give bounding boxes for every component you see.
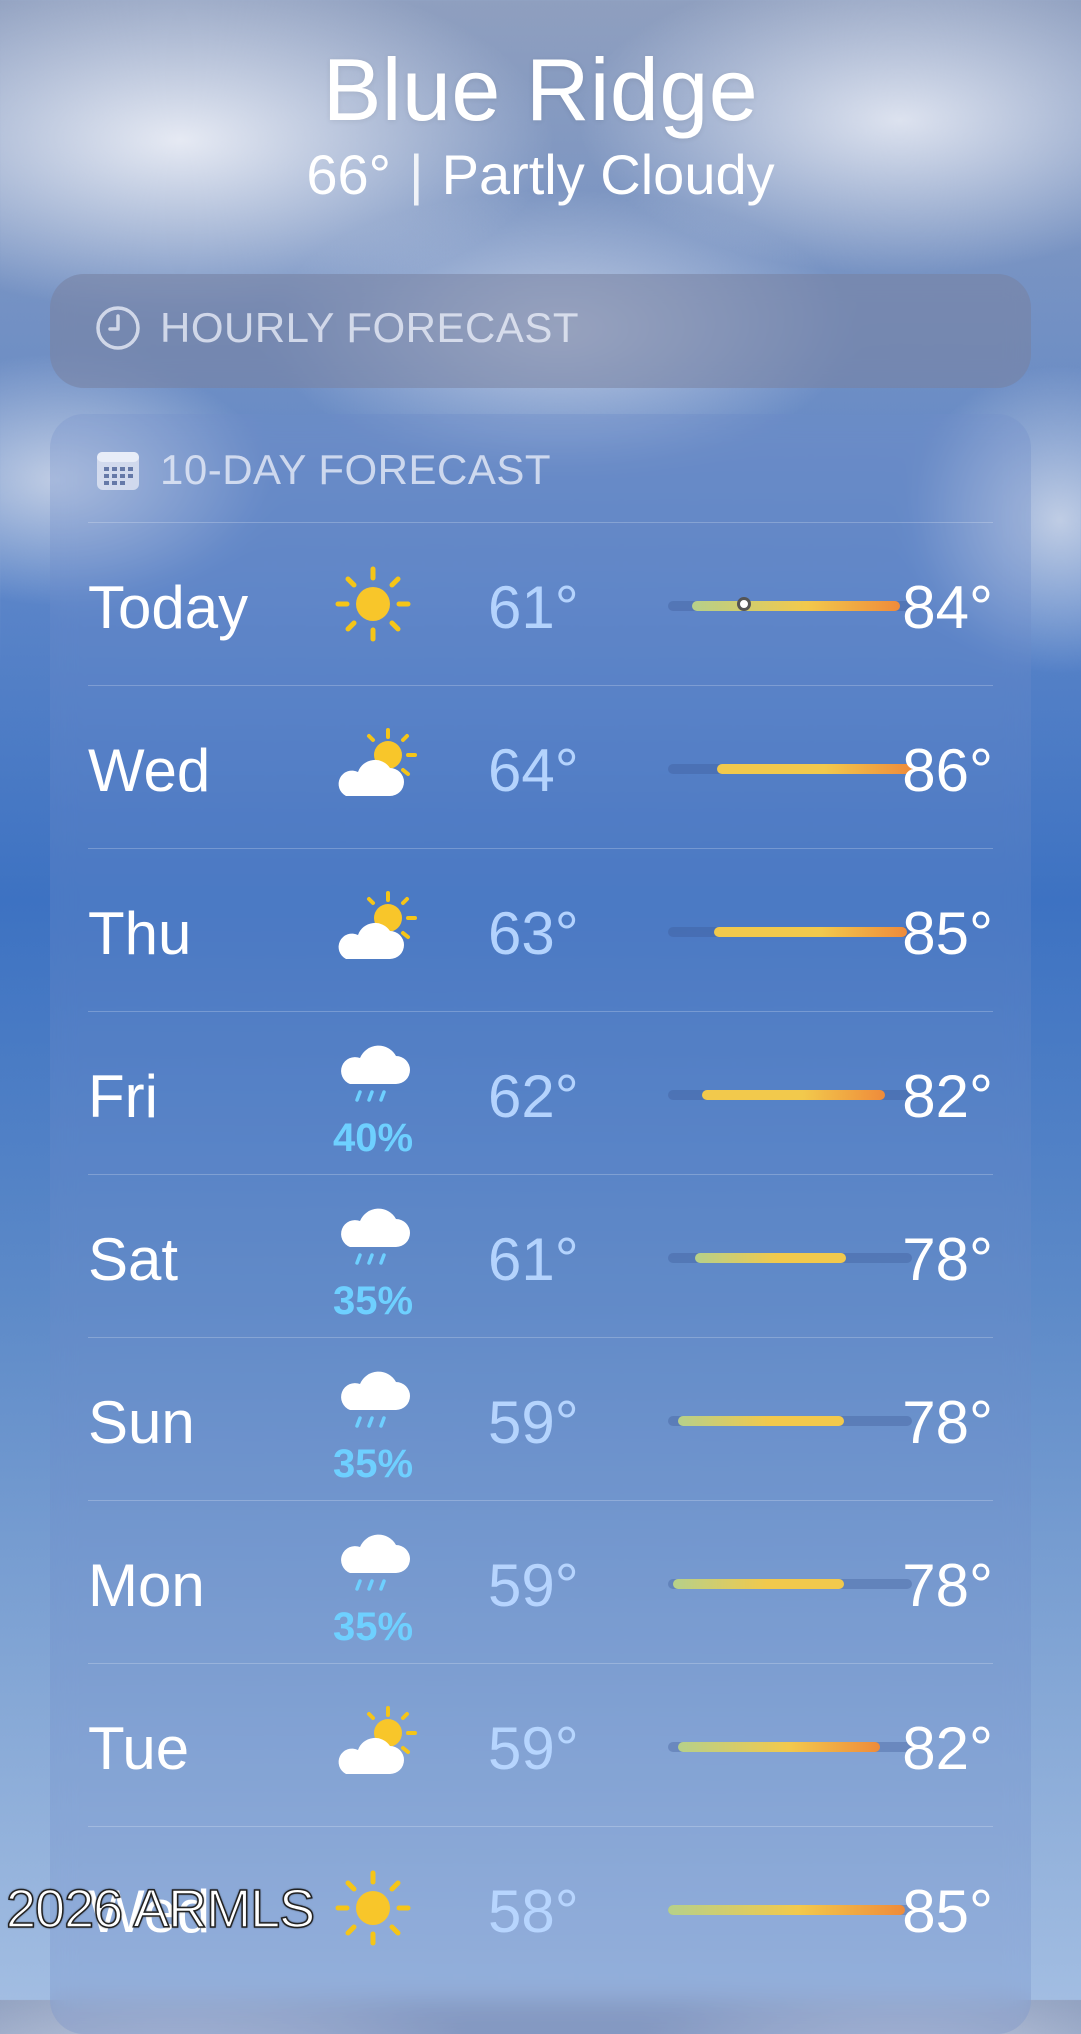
temp-range-bar xyxy=(668,1253,912,1263)
forecast-row[interactable]: Today 61° 84° xyxy=(88,522,993,685)
current-conditions: 66° | Partly Cloudy xyxy=(0,140,1081,210)
temp-range-fill xyxy=(692,601,900,611)
rain-cloud-icon xyxy=(341,1208,410,1265)
forecast-row[interactable]: Thu 63° 85° xyxy=(88,848,993,1011)
forecast-row[interactable]: Fri 40% 62° 82° xyxy=(88,1011,993,1174)
temp-range-fill xyxy=(677,1416,844,1426)
forecast-row[interactable]: Wed 64° 86° xyxy=(88,685,993,848)
precip-chance: 40% xyxy=(332,1116,414,1160)
high-temp: 84° xyxy=(902,574,993,641)
temp-range-fill xyxy=(677,1742,881,1752)
low-temp: 63° xyxy=(488,900,579,967)
city-name: Blue Ridge xyxy=(322,40,759,139)
day-label: Tue xyxy=(88,1715,190,1782)
low-temp: 61° xyxy=(488,1226,579,1293)
temp-range-fill xyxy=(716,764,912,774)
temp-range-bar xyxy=(668,1742,912,1752)
forecast-row[interactable]: Tue 59° 82° xyxy=(88,1663,993,1826)
high-temp: 78° xyxy=(902,1226,993,1293)
forecast-list: Today 61° 84° Wed 64° 86° Thu 63° 85° Fr… xyxy=(88,522,993,1989)
day-label: Today xyxy=(88,574,249,641)
day-label: Wed xyxy=(88,737,211,804)
temp-range-bar xyxy=(668,1090,912,1100)
high-temp: 86° xyxy=(902,737,993,804)
temp-range-bar xyxy=(668,1579,912,1589)
day-label: Sun xyxy=(88,1389,195,1456)
partly-cloudy-icon xyxy=(338,1706,417,1774)
partly-cloudy-icon xyxy=(338,728,417,796)
high-temp: 82° xyxy=(902,1715,993,1782)
precip-chance: 35% xyxy=(332,1605,414,1649)
temp-range-bar xyxy=(668,764,912,774)
sun-icon xyxy=(335,1870,411,1946)
high-temp: 85° xyxy=(902,1878,993,1945)
condition-text: Partly Cloudy xyxy=(441,143,775,206)
current-temp-marker xyxy=(736,597,751,611)
clock-icon xyxy=(96,306,140,350)
ten-day-forecast-card[interactable]: 10-DAY FORECAST Today 61° 84° Wed 64° 86… xyxy=(50,414,1031,2034)
location-header: Blue Ridge 66° | Partly Cloudy xyxy=(0,30,1081,210)
rain-cloud-icon xyxy=(341,1045,410,1102)
rain-cloud-icon xyxy=(341,1371,410,1428)
low-temp: 59° xyxy=(488,1715,579,1782)
temp-range-bar xyxy=(668,1905,912,1915)
forecast-row[interactable]: Sun 35% 59° 78° xyxy=(88,1337,993,1500)
forecast-row[interactable]: Mon 35% 59° 78° xyxy=(88,1500,993,1663)
high-temp: 82° xyxy=(902,1063,993,1130)
hourly-title: HOURLY FORECAST xyxy=(160,304,580,351)
sun-icon xyxy=(335,566,411,642)
partly-cloudy-icon xyxy=(338,891,417,959)
ten-day-header: 10-DAY FORECAST xyxy=(94,446,551,494)
low-temp: 62° xyxy=(488,1063,579,1130)
temp-range-bar xyxy=(668,1416,912,1426)
ten-day-title: 10-DAY FORECAST xyxy=(160,446,552,493)
temp-range-fill xyxy=(668,1905,905,1915)
precip-chance: 35% xyxy=(332,1279,414,1323)
temp-range-fill xyxy=(702,1090,886,1100)
day-label: Sat xyxy=(88,1226,179,1293)
low-temp: 64° xyxy=(488,737,579,804)
calendar-icon xyxy=(97,452,139,490)
temp-range-fill xyxy=(672,1579,844,1589)
hourly-forecast-card[interactable]: HOURLY FORECAST xyxy=(50,274,1031,388)
current-temp: 66° xyxy=(306,143,392,206)
temp-range-fill xyxy=(714,927,908,937)
separator: | xyxy=(409,143,424,206)
high-temp: 78° xyxy=(902,1389,993,1456)
low-temp: 58° xyxy=(488,1878,579,1945)
low-temp: 59° xyxy=(488,1389,579,1456)
precip-chance: 35% xyxy=(332,1442,414,1486)
high-temp: 78° xyxy=(902,1552,993,1619)
forecast-row[interactable]: Sat 35% 61° 78° xyxy=(88,1174,993,1337)
high-temp: 85° xyxy=(902,900,993,967)
rain-cloud-icon xyxy=(341,1534,410,1591)
hourly-header: HOURLY FORECAST xyxy=(94,304,579,352)
day-label: Thu xyxy=(88,900,192,967)
low-temp: 59° xyxy=(488,1552,579,1619)
day-label: Fri xyxy=(88,1063,158,1130)
temp-range-fill xyxy=(694,1253,847,1263)
temp-range-bar xyxy=(668,597,912,611)
low-temp: 61° xyxy=(488,574,579,641)
temp-range-bar xyxy=(668,927,912,937)
watermark: 2026 ARMLS xyxy=(5,1878,316,1940)
day-label: Mon xyxy=(88,1552,205,1619)
